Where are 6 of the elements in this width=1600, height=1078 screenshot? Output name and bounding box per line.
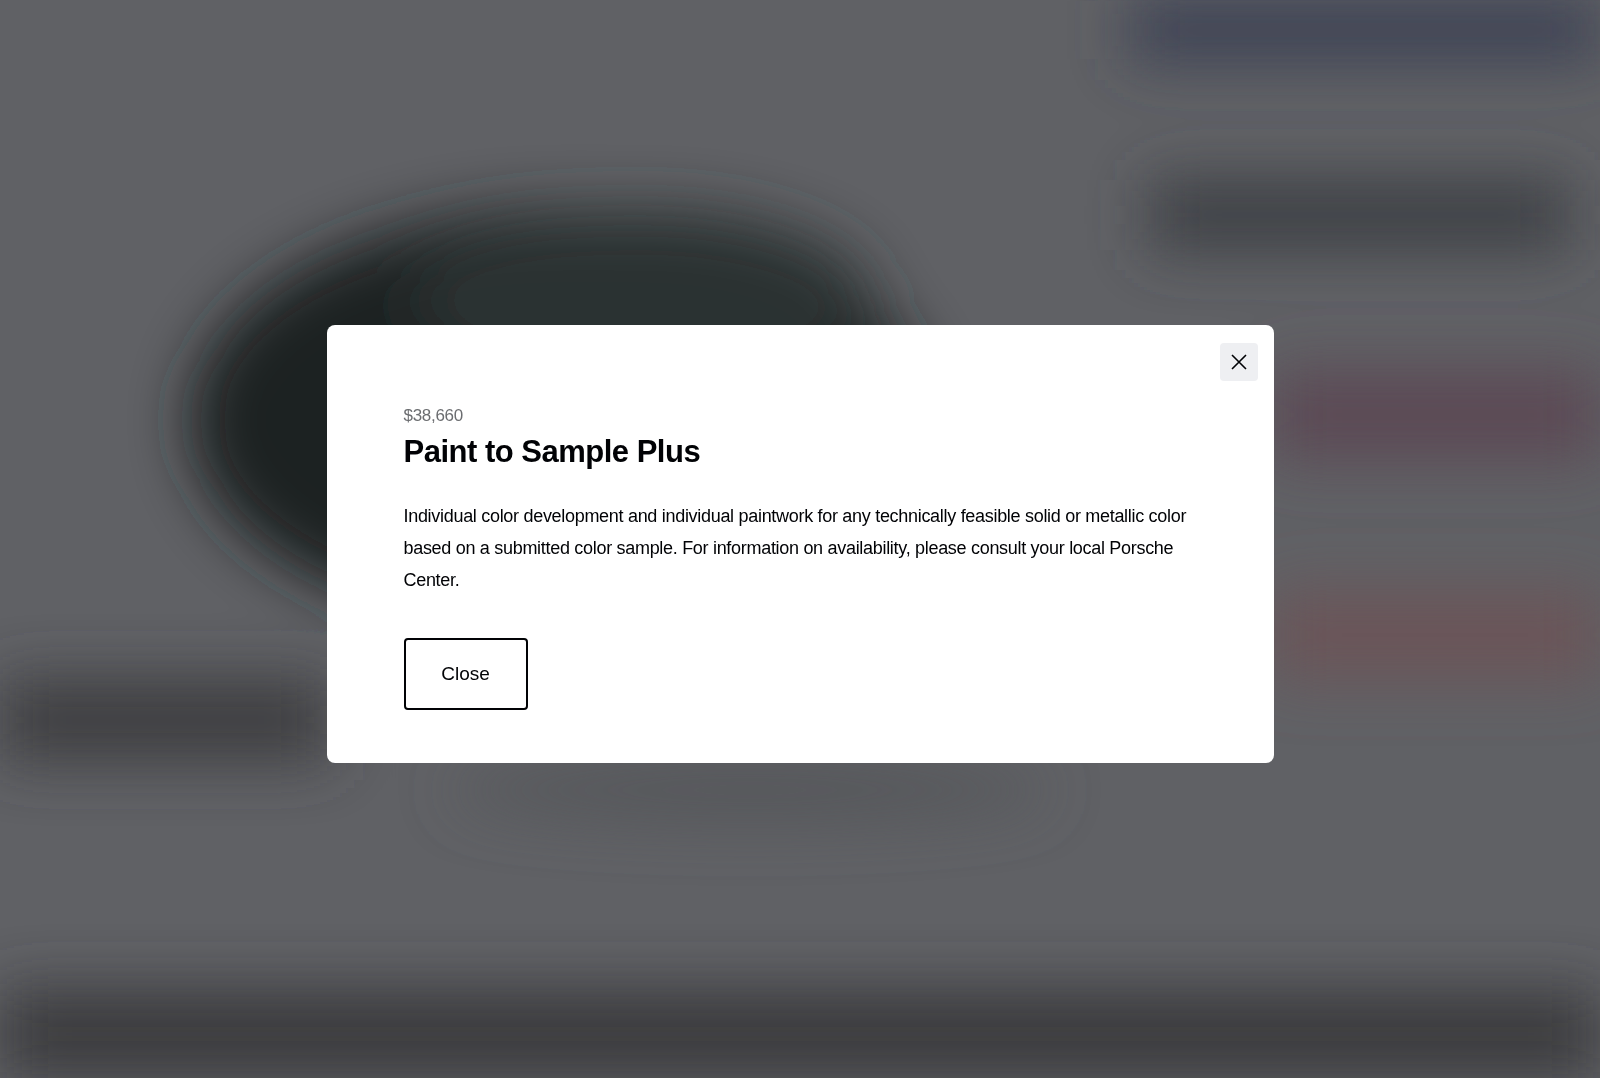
close-icon: [1229, 353, 1248, 372]
price: $38,660: [403, 405, 464, 428]
description: Individual color development and individual paintwork for any technically feasible solid or metallic color based on a submitted color sample. For information on availability, please consult your local Porsche Center.: [403, 504, 1188, 592]
close-button[interactable]: Close: [403, 637, 528, 710]
dialog-title: Paint to Sample Plus: [403, 432, 702, 470]
close-button[interactable]: [1219, 343, 1258, 382]
